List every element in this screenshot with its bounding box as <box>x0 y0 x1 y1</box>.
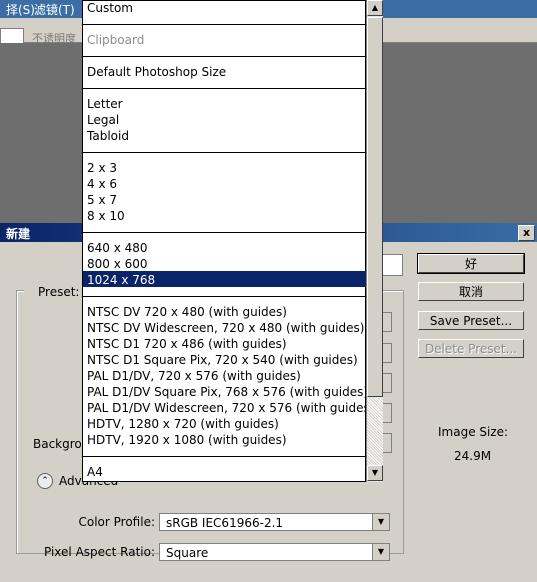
list-item-ntsc-dv[interactable]: NTSC DV 720 x 480 (with guides) <box>87 305 287 319</box>
delete-preset-button: Delete Preset... <box>418 339 524 358</box>
color-profile-label: Color Profile: <box>78 515 156 529</box>
color-profile-select[interactable]: sRGB IEC61966-2.1 ▼ <box>159 513 390 531</box>
list-item-ntsc-d1-square[interactable]: NTSC D1 Square Pix, 720 x 540 (with guid… <box>87 353 358 367</box>
save-preset-button[interactable]: Save Preset... <box>418 311 524 330</box>
list-item-4x6[interactable]: 4 x 6 <box>87 177 117 191</box>
list-item-2x3[interactable]: 2 x 3 <box>87 161 117 175</box>
list-separator <box>83 88 365 89</box>
list-item-hdtv-720[interactable]: HDTV, 1280 x 720 (with guides) <box>87 417 279 431</box>
scrollbar-track[interactable] <box>367 398 383 464</box>
list-item-8x10[interactable]: 8 x 10 <box>87 209 125 223</box>
list-separator <box>83 232 365 233</box>
list-item-ntsc-dv-wide[interactable]: NTSC DV Widescreen, 720 x 480 (with guid… <box>87 321 364 335</box>
close-button[interactable]: x <box>518 225 535 241</box>
list-item-tabloid[interactable]: Tabloid <box>87 129 129 143</box>
scrollbar-thumb[interactable] <box>367 17 383 397</box>
dialog-title: 新建 <box>6 227 31 241</box>
background-contents-label: Backgrou <box>33 437 90 451</box>
list-item-640x480[interactable]: 640 x 480 <box>87 241 148 255</box>
menu-select[interactable]: 择(S) <box>6 1 35 18</box>
cancel-button[interactable]: 取消 <box>418 282 524 301</box>
dropdown-arrow-icon[interactable]: ▼ <box>372 514 389 530</box>
image-size-value: 24.9M <box>454 449 492 463</box>
list-item-pal-d1dv-square[interactable]: PAL D1/DV Square Pix, 768 x 576 (with gu… <box>87 385 368 399</box>
list-item-pal-d1dv[interactable]: PAL D1/DV, 720 x 576 (with guides) <box>87 369 301 383</box>
image-size-label: Image Size: <box>438 425 509 439</box>
list-item-custom[interactable]: Custom <box>87 1 133 15</box>
list-item-800x600[interactable]: 800 x 600 <box>87 257 148 271</box>
list-separator <box>83 456 365 457</box>
menu-filter[interactable]: 滤镜(T) <box>34 1 75 18</box>
pixel-aspect-label: Pixel Aspect Ratio: <box>44 545 155 559</box>
options-dropdown[interactable] <box>0 28 24 44</box>
scroll-up-icon[interactable]: ▲ <box>367 0 383 16</box>
list-separator <box>83 152 365 153</box>
list-item-pal-d1dv-wide[interactable]: PAL D1/DV Widescreen, 720 x 576 (with gu… <box>87 401 374 415</box>
list-item-default-size[interactable]: Default Photoshop Size <box>87 65 226 79</box>
pixel-aspect-value: Square <box>166 546 209 560</box>
list-separator <box>83 296 365 297</box>
list-item-legal[interactable]: Legal <box>87 113 119 127</box>
scroll-down-icon[interactable]: ▼ <box>367 465 383 481</box>
list-item-ntsc-d1[interactable]: NTSC D1 720 x 486 (with guides) <box>87 337 287 351</box>
ok-button[interactable]: 好 <box>417 253 525 274</box>
list-item-clipboard: Clipboard <box>87 33 145 47</box>
list-item-hdtv-1080[interactable]: HDTV, 1920 x 1080 (with guides) <box>87 433 287 447</box>
list-item-1024x768[interactable]: 1024 x 768 <box>87 273 155 287</box>
pixel-aspect-select[interactable]: Square ▼ <box>159 543 390 561</box>
list-separator <box>83 24 365 25</box>
list-item-a4[interactable]: A4 <box>87 465 103 479</box>
dropdown-arrow-icon[interactable]: ▼ <box>372 544 389 560</box>
chevron-up-icon[interactable]: ⌃ <box>37 473 53 489</box>
color-profile-value: sRGB IEC61966-2.1 <box>166 516 284 530</box>
list-item-letter[interactable]: Letter <box>87 97 123 111</box>
list-separator <box>83 56 365 57</box>
list-item-5x7[interactable]: 5 x 7 <box>87 193 117 207</box>
